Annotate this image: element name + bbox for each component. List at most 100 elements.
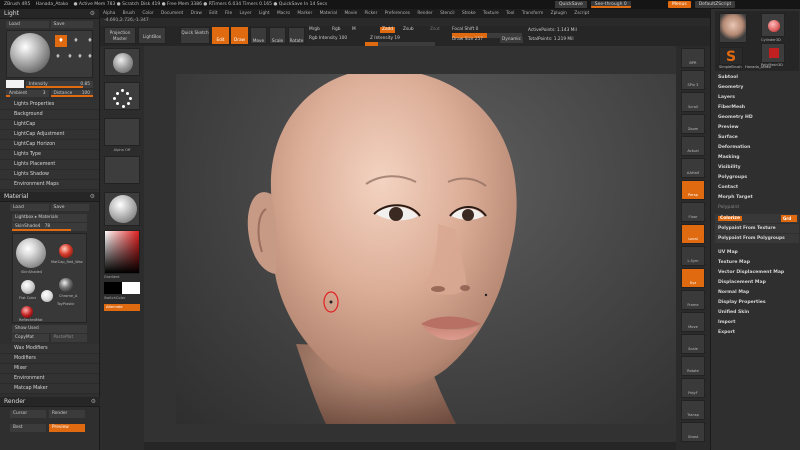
ghost-button[interactable]: Ghost: [681, 422, 705, 442]
menu-item[interactable]: Light: [259, 11, 270, 16]
menu-item[interactable]: Transform: [522, 11, 543, 16]
current-tool-thumbnail[interactable]: [719, 13, 747, 43]
light-submenu-item[interactable]: LightCap Adjustment: [0, 130, 99, 140]
menu-item[interactable]: Texture: [483, 11, 499, 16]
light-panel-header[interactable]: Light ⚙: [0, 9, 99, 19]
light-submenu-item[interactable]: LightCap: [0, 120, 99, 130]
zsub-button[interactable]: Zsub: [403, 27, 414, 33]
menu-item[interactable]: Picker: [365, 11, 378, 16]
menu-item[interactable]: Draw: [191, 11, 202, 16]
light-save-button[interactable]: Save: [50, 21, 93, 28]
light-submenu-item[interactable]: Environment Maps: [0, 180, 99, 190]
color-picker[interactable]: [104, 230, 140, 274]
default-zscript-button[interactable]: DefaultZScript: [694, 1, 736, 8]
menu-item[interactable]: Movie: [344, 11, 357, 16]
local-button[interactable]: Local: [681, 224, 705, 244]
texture-thumbnail[interactable]: [104, 156, 140, 184]
stroke-thumbnail[interactable]: [104, 82, 140, 110]
main-color-swatch[interactable]: [104, 282, 122, 294]
menu-item[interactable]: Zplugin: [551, 11, 567, 16]
zadd-button[interactable]: Zadd: [380, 27, 396, 33]
material-swatch[interactable]: [41, 290, 53, 302]
edit-button[interactable]: Edit: [212, 27, 229, 44]
gear-icon[interactable]: ⚙: [91, 397, 96, 407]
gear-icon[interactable]: ⚙: [90, 9, 95, 19]
colorize-toggle[interactable]: Colorize Grd: [715, 214, 799, 223]
rotate-view-button[interactable]: Rotate: [681, 356, 705, 376]
best-render-button[interactable]: Best: [10, 424, 46, 432]
menu-item[interactable]: Render: [417, 11, 432, 16]
quicksave-button[interactable]: QuickSave: [555, 1, 587, 8]
scale-button[interactable]: Scale: [269, 27, 286, 44]
material-swatch[interactable]: [59, 244, 73, 258]
xyz-button[interactable]: Xyz: [681, 268, 705, 288]
material-swatch[interactable]: [21, 306, 33, 318]
polyf-button[interactable]: PolyF: [681, 378, 705, 398]
rgb-intensity-slider[interactable]: Rgb Intensity 100: [309, 36, 347, 42]
unified-skin-menu[interactable]: Unified Skin: [715, 308, 799, 318]
current-material-slider[interactable]: SkinShade4 78: [12, 223, 87, 231]
distance-slider[interactable]: Distance 100: [50, 90, 93, 97]
polypaint-menu[interactable]: Polypaint: [715, 203, 799, 213]
texture-map-menu[interactable]: Texture Map: [715, 258, 799, 268]
menu-item[interactable]: Color: [142, 11, 153, 16]
alpha-thumbnail[interactable]: [104, 118, 140, 146]
light-preview-sphere[interactable]: [10, 33, 50, 73]
light-bulb-icon[interactable]: ♦: [55, 35, 67, 47]
menu-item[interactable]: Stroke: [462, 11, 476, 16]
polygroups-menu[interactable]: Polygroups: [715, 173, 799, 183]
geometry-menu[interactable]: Geometry: [715, 83, 799, 93]
paste-mat-button[interactable]: PasteMat: [50, 334, 87, 342]
menu-item[interactable]: Zscript: [574, 11, 589, 16]
polymesh-thumbnail[interactable]: [761, 43, 785, 63]
material-save-button[interactable]: Save: [50, 204, 89, 211]
brush-thumbnail[interactable]: [104, 48, 140, 76]
menus-button[interactable]: Menus: [668, 1, 691, 8]
light-bulb-icon[interactable]: ♦: [67, 53, 73, 60]
floor-button[interactable]: Floor: [681, 202, 705, 222]
move-button[interactable]: Move: [250, 27, 267, 44]
material-panel-header[interactable]: Material ⚙: [0, 192, 99, 202]
menu-item[interactable]: Brush: [123, 11, 135, 16]
preview-menu[interactable]: Preview: [715, 123, 799, 133]
contact-menu[interactable]: Contact: [715, 183, 799, 193]
quick-sketch-button[interactable]: Quick Sketch: [180, 27, 210, 44]
polypaint-from-texture-button[interactable]: Polypaint From Texture: [715, 224, 799, 233]
ambient-slider[interactable]: Ambient 3: [6, 90, 49, 97]
light-bulb-icon[interactable]: ♦: [87, 53, 93, 60]
menu-item[interactable]: Document: [161, 11, 183, 16]
normal-map-menu[interactable]: Normal Map: [715, 288, 799, 298]
lsym-button[interactable]: L.Sym: [681, 246, 705, 266]
simple-brush-thumbnail[interactable]: S: [719, 47, 743, 65]
secondary-color-swatch[interactable]: [122, 282, 140, 294]
menu-item[interactable]: Macro: [277, 11, 290, 16]
draw-size-slider[interactable]: Draw Size 257: [452, 37, 483, 43]
material-swatch[interactable]: [59, 278, 73, 292]
surface-menu[interactable]: Surface: [715, 133, 799, 143]
menu-item[interactable]: Material: [320, 11, 337, 16]
light-bulb-icon[interactable]: ♦: [77, 53, 83, 60]
zcut-button[interactable]: Zcut: [430, 27, 440, 33]
material-swatch[interactable]: [16, 238, 46, 268]
light-load-button[interactable]: Load: [6, 21, 49, 28]
material-swatch[interactable]: [21, 280, 35, 294]
lightbox-button[interactable]: LightBox: [138, 27, 166, 44]
light-submenu-item[interactable]: Lights Shadow: [0, 170, 99, 180]
scroll-button[interactable]: Scroll: [681, 92, 705, 112]
preview-render-button[interactable]: Preview: [49, 424, 85, 432]
material-load-button[interactable]: Load: [10, 204, 49, 211]
material-submenu-item[interactable]: Mixer: [0, 364, 99, 374]
bpr-button[interactable]: BPR: [681, 48, 705, 68]
actual-button[interactable]: Actual: [681, 136, 705, 156]
fibermesh-menu[interactable]: FiberMesh: [715, 103, 799, 113]
display-properties-menu[interactable]: Display Properties: [715, 298, 799, 308]
displacement-map-menu[interactable]: Displacement Map: [715, 278, 799, 288]
see-through-slider[interactable]: See-through 0: [590, 1, 631, 8]
light-submenu-item[interactable]: Lights Placement: [0, 160, 99, 170]
render-cursor-button[interactable]: Cursor: [10, 410, 46, 418]
light-submenu-item[interactable]: Lights Type: [0, 150, 99, 160]
menu-item[interactable]: Tool: [506, 11, 514, 16]
subtool-menu[interactable]: Subtool: [715, 73, 799, 83]
zoom-button[interactable]: Zoom: [681, 114, 705, 134]
material-submenu-item[interactable]: Modifiers: [0, 354, 99, 364]
